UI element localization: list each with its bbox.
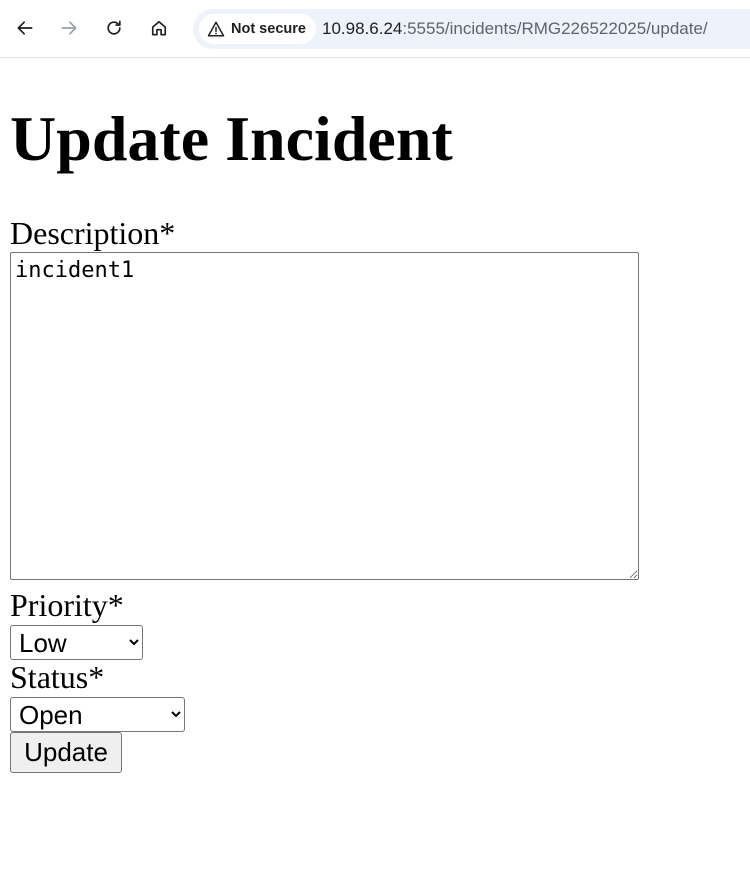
url-host: 10.98.6.24: [322, 19, 403, 38]
security-chip[interactable]: Not secure: [199, 14, 316, 44]
page-title: Update Incident: [10, 103, 453, 174]
description-label: Description*: [10, 215, 176, 251]
back-arrow-icon: [17, 21, 33, 35]
forward-arrow-icon: [61, 21, 77, 35]
reload-button[interactable]: [99, 13, 129, 43]
security-label: Not secure: [231, 21, 306, 37]
description-textarea[interactable]: incident1: [10, 252, 639, 580]
url-path: :5555/incidents/RMG226522025/update/: [402, 19, 708, 38]
forward-button[interactable]: [54, 13, 84, 43]
back-button[interactable]: [10, 13, 40, 43]
status-label: Status*: [10, 659, 105, 695]
update-button[interactable]: Update: [10, 732, 122, 773]
warning-triangle-icon: [207, 21, 225, 37]
url-text[interactable]: 10.98.6.24:5555/incidents/RMG226522025/u…: [322, 19, 708, 39]
reload-icon: [107, 20, 121, 35]
priority-select[interactable]: Low: [10, 625, 143, 660]
address-bar[interactable]: Not secure 10.98.6.24:5555/incidents/RMG…: [193, 9, 750, 49]
status-select[interactable]: Open: [10, 697, 185, 732]
browser-toolbar: Not secure 10.98.6.24:5555/incidents/RMG…: [0, 0, 750, 58]
home-button[interactable]: [144, 13, 174, 43]
priority-label: Priority*: [10, 587, 124, 623]
home-icon: [151, 20, 167, 36]
